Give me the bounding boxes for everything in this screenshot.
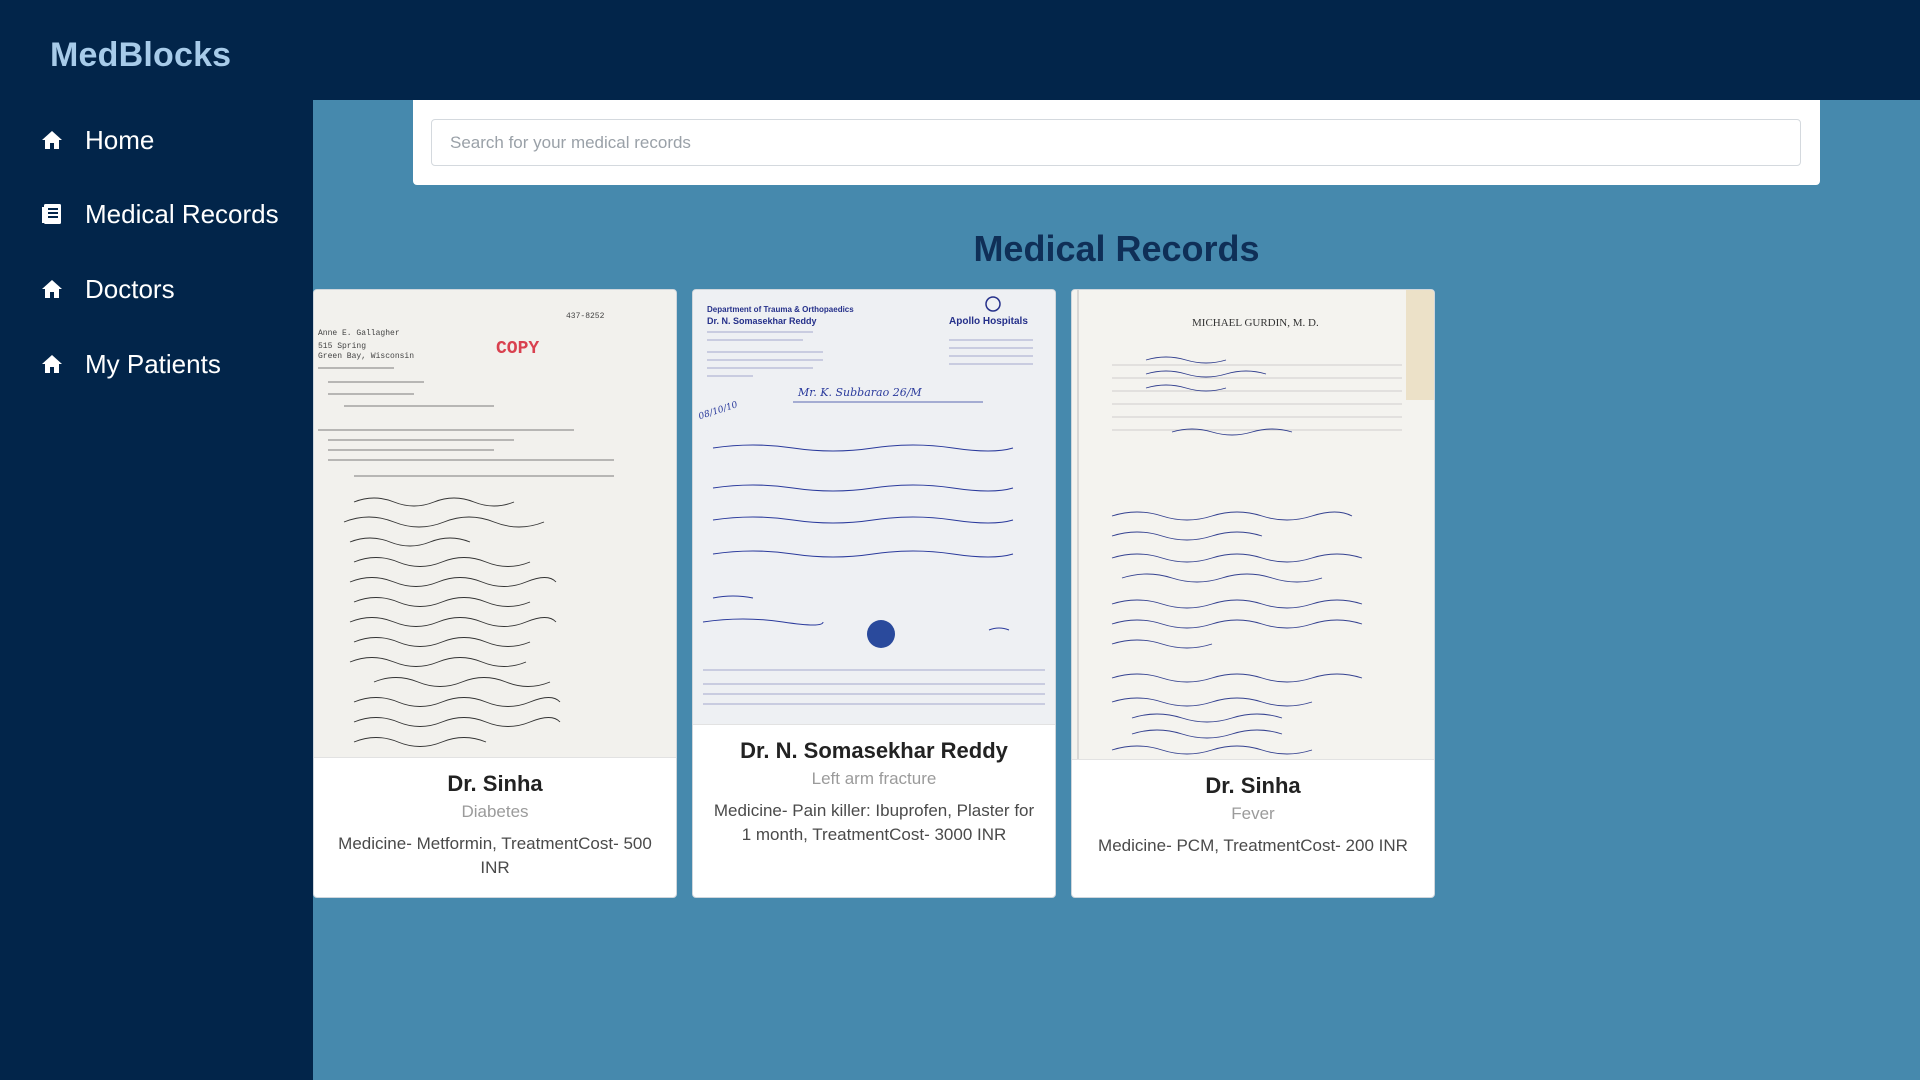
search-input[interactable]	[431, 119, 1801, 166]
patient-city: Green Bay, Wisconsin	[318, 352, 414, 361]
record-details: Medicine- PCM, TreatmentCost- 200 INR	[1098, 836, 1408, 855]
sidebar-item-home[interactable]: Home	[0, 110, 313, 170]
sidebar: Home Medical Records Doctors My Patients	[0, 100, 313, 1080]
record-card[interactable]: MICHAEL GURDIN, M. D. Dr. Sinha Fever Me…	[1071, 289, 1435, 898]
record-doctor: Dr. Sinha	[447, 771, 543, 796]
home-icon	[41, 129, 63, 151]
patient-name: Anne E. Gallagher	[318, 329, 400, 338]
record-doctor: Dr. N. Somasekhar Reddy	[740, 738, 1008, 763]
rx-hospital: Apollo Hospitals	[949, 316, 1028, 327]
sidebar-item-medical-records[interactable]: Medical Records	[0, 184, 313, 244]
home-icon	[41, 353, 63, 375]
prescription-image: MICHAEL GURDIN, M. D.	[1072, 290, 1434, 760]
record-card[interactable]: Department of Trauma & Orthopaedics Dr. …	[692, 289, 1056, 898]
sidebar-item-my-patients[interactable]: My Patients	[0, 334, 313, 394]
record-card[interactable]: Anne E. Gallagher 515 Spring Green Bay, …	[313, 289, 677, 898]
main-content: Medical Records Anne E. Gallagher 515 Sp…	[313, 100, 1920, 1080]
record-details: Medicine- Pain killer: Ibuprofen, Plaste…	[713, 801, 1035, 844]
app-brand[interactable]: MedBlocks	[50, 36, 231, 75]
rx-department: Department of Trauma & Orthopaedics	[707, 305, 854, 314]
home-icon	[41, 278, 63, 300]
record-diagnosis: Diabetes	[461, 802, 529, 821]
sidebar-item-label: Doctors	[85, 273, 175, 304]
sidebar-item-label: Medical Records	[85, 198, 279, 229]
copy-stamp: COPY	[496, 339, 539, 359]
patient-phone: 437-8252	[566, 312, 605, 321]
top-bar: MedBlocks	[0, 0, 1920, 100]
sidebar-item-doctors[interactable]: Doctors	[0, 259, 313, 319]
sidebar-item-label: My Patients	[85, 348, 221, 379]
search-card	[413, 100, 1820, 185]
rx-patient: Mr. K. Subbarao 26/M	[797, 386, 922, 399]
sidebar-item-label: Home	[85, 124, 155, 155]
record-details: Medicine- Metformin, TreatmentCost- 500 …	[338, 834, 652, 877]
record-doctor: Dr. Sinha	[1205, 773, 1301, 798]
prescription-image: Department of Trauma & Orthopaedics Dr. …	[693, 290, 1055, 725]
record-diagnosis: Fever	[1231, 804, 1275, 823]
page-title: Medical Records	[973, 228, 1260, 269]
record-diagnosis: Left arm fracture	[811, 769, 937, 788]
rx-header: MICHAEL GURDIN, M. D.	[1192, 317, 1319, 329]
records-icon	[41, 203, 63, 225]
rx-doctor: Dr. N. Somasekhar Reddy	[707, 316, 817, 326]
patient-address: 515 Spring	[318, 342, 366, 351]
prescription-image: Anne E. Gallagher 515 Spring Green Bay, …	[314, 290, 676, 758]
